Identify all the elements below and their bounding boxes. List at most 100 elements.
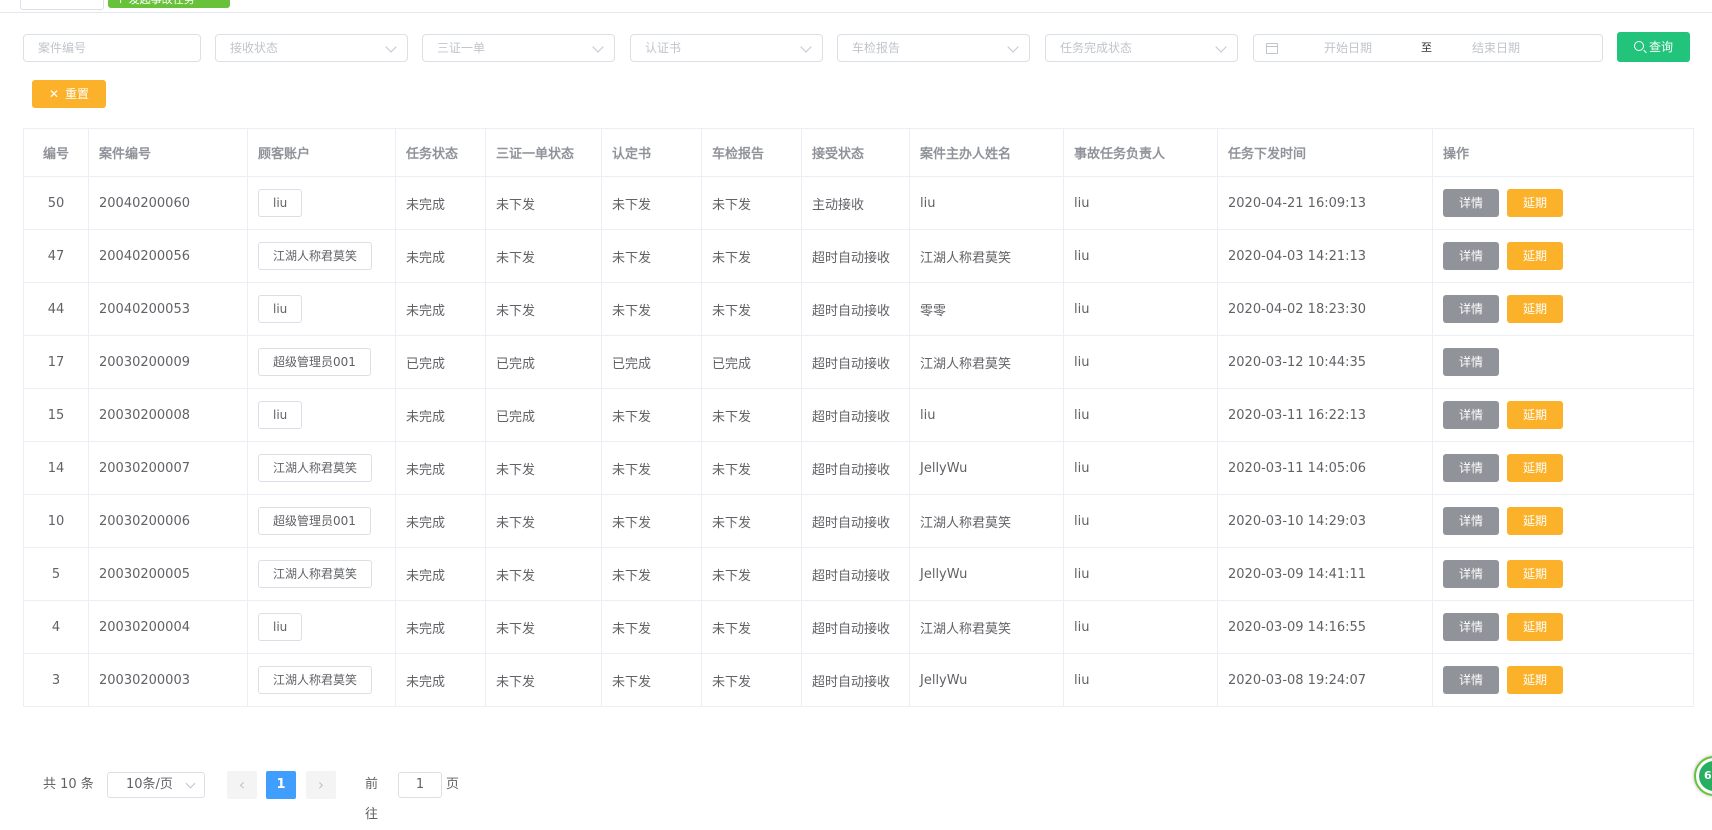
account-tag[interactable]: 超级管理员001 — [258, 507, 371, 535]
cell-id: 47 — [23, 229, 89, 283]
top-select[interactable] — [20, 0, 104, 10]
col-header: 顾客账户 — [247, 128, 396, 177]
account-tag[interactable]: liu — [258, 613, 303, 641]
table-row: 47 20040200056 江湖人称君莫笑 未完成 未下发 未下发 未下发 超时自动接收 江湖… — [23, 229, 1694, 283]
cell-accept: 超时自动接收 — [801, 494, 910, 548]
cell-inspection: 未下发 — [701, 388, 802, 442]
goto-page-input[interactable]: 1 — [398, 772, 442, 798]
account-tag[interactable]: 江湖人称君莫笑 — [258, 666, 373, 694]
date-range-picker[interactable]: 开始日期 至 结束日期 — [1253, 34, 1603, 62]
cell-owner: liu — [1063, 388, 1218, 442]
page-size-select[interactable]: 10条/页 — [107, 772, 205, 798]
account-tag[interactable]: 超级管理员001 — [258, 348, 371, 376]
cell-account: 江湖人称君莫笑 — [247, 547, 396, 601]
cell-id: 5 — [23, 547, 89, 601]
cell-sanzheng: 未下发 — [485, 229, 602, 283]
cell-time: 2020-04-03 14:21:13 — [1217, 229, 1433, 283]
cell-inspection: 未下发 — [701, 600, 802, 654]
cell-id: 44 — [23, 282, 89, 336]
account-tag[interactable]: liu — [258, 189, 303, 217]
detail-button[interactable]: 详情 — [1443, 613, 1499, 641]
detail-button[interactable]: 详情 — [1443, 242, 1499, 270]
create-task-button[interactable]: + 发起事故任务 — [108, 0, 230, 8]
cell-cert: 未下发 — [601, 494, 702, 548]
col-header: 三证一单状态 — [485, 128, 602, 177]
cell-sanzheng: 已完成 — [485, 388, 602, 442]
detail-button[interactable]: 详情 — [1443, 666, 1499, 694]
cell-host: JellyWu — [909, 653, 1064, 707]
cell-accept: 超时自动接收 — [801, 547, 910, 601]
sanzheng-select[interactable]: 三证一单 — [422, 34, 615, 62]
cert-select[interactable]: 认证书 — [630, 34, 823, 62]
receive-status-select[interactable]: 接收状态 — [215, 34, 408, 62]
cell-time: 2020-04-21 16:09:13 — [1217, 176, 1433, 230]
cert-placeholder: 认证书 — [645, 41, 682, 55]
extend-button[interactable]: 延期 — [1507, 560, 1563, 588]
detail-button[interactable]: 详情 — [1443, 560, 1499, 588]
detail-button[interactable]: 详情 — [1443, 507, 1499, 535]
extend-button[interactable]: 延期 — [1507, 295, 1563, 323]
table-row: 17 20030200009 超级管理员001 已完成 已完成 已完成 已完成 超时自动接收江… — [23, 335, 1694, 389]
completion-select[interactable]: 任务完成状态 — [1045, 34, 1238, 62]
next-page-button[interactable]: › — [306, 771, 336, 799]
cell-inspection: 未下发 — [701, 176, 802, 230]
inspection-placeholder: 车检报告 — [852, 41, 901, 55]
start-date-placeholder[interactable]: 开始日期 — [1324, 35, 1372, 61]
account-tag[interactable]: liu — [258, 295, 303, 323]
floating-badge[interactable]: 61 — [1694, 756, 1712, 796]
query-button[interactable]: 查询 — [1617, 32, 1690, 62]
cell-case-no: 20040200053 — [88, 282, 248, 336]
floating-badge-text: 61 — [1699, 761, 1712, 791]
cell-cert: 未下发 — [601, 547, 702, 601]
extend-button[interactable]: 延期 — [1507, 401, 1563, 429]
cell-time: 2020-03-09 14:16:55 — [1217, 600, 1433, 654]
detail-button[interactable]: 详情 — [1443, 401, 1499, 429]
cell-sanzheng: 未下发 — [485, 282, 602, 336]
cell-case-no: 20040200056 — [88, 229, 248, 283]
cell-account: 江湖人称君莫笑 — [247, 229, 396, 283]
end-date-placeholder[interactable]: 结束日期 — [1472, 35, 1520, 61]
cell-inspection: 未下发 — [701, 653, 802, 707]
account-tag[interactable]: 江湖人称君莫笑 — [258, 454, 373, 482]
prev-page-button[interactable]: ‹ — [227, 771, 257, 799]
detail-button[interactable]: 详情 — [1443, 454, 1499, 482]
cell-sanzheng: 已完成 — [485, 335, 602, 389]
cell-actions: 详情 延期 — [1432, 494, 1694, 548]
col-header: 任务状态 — [395, 128, 486, 177]
chevron-down-icon — [385, 41, 397, 53]
cell-host: 零零 — [909, 282, 1064, 336]
receive-status-placeholder: 接收状态 — [230, 41, 279, 55]
table-row: 50 20040200060 liu 未完成 未下发 未下发 未下发 主动接收 liu liu 20… — [23, 176, 1694, 230]
extend-button[interactable]: 延期 — [1507, 242, 1563, 270]
top-toolbar: + 发起事故任务 — [0, 0, 1712, 13]
cell-owner: liu — [1063, 282, 1218, 336]
extend-button[interactable]: 延期 — [1507, 666, 1563, 694]
extend-button[interactable]: 延期 — [1507, 454, 1563, 482]
detail-button[interactable]: 详情 — [1443, 348, 1499, 376]
detail-button[interactable]: 详情 — [1443, 189, 1499, 217]
cell-id: 50 — [23, 176, 89, 230]
cell-task-status: 未完成 — [395, 547, 486, 601]
goto-label: 前往 — [365, 777, 379, 822]
page-number-current[interactable]: 1 — [266, 771, 296, 799]
cell-accept: 主动接收 — [801, 176, 910, 230]
cell-account: liu — [247, 282, 396, 336]
cell-host: liu — [909, 176, 1064, 230]
detail-button[interactable]: 详情 — [1443, 295, 1499, 323]
extend-button[interactable]: 延期 — [1507, 189, 1563, 217]
cell-owner: liu — [1063, 547, 1218, 601]
account-tag[interactable]: 江湖人称君莫笑 — [258, 242, 373, 270]
reset-button[interactable]: ✕ 重置 — [32, 80, 106, 108]
total-count: 共 10 条 — [43, 777, 94, 792]
calendar-icon — [1266, 43, 1278, 54]
cell-case-no: 20030200005 — [88, 547, 248, 601]
sanzheng-placeholder: 三证一单 — [437, 41, 486, 55]
cell-sanzheng: 未下发 — [485, 653, 602, 707]
account-tag[interactable]: liu — [258, 401, 303, 429]
extend-button[interactable]: 延期 — [1507, 613, 1563, 641]
account-tag[interactable]: 江湖人称君莫笑 — [258, 560, 373, 588]
inspection-select[interactable]: 车检报告 — [837, 34, 1030, 62]
extend-button[interactable]: 延期 — [1507, 507, 1563, 535]
cell-account: liu — [247, 388, 396, 442]
case-no-input[interactable]: 案件编号 — [23, 34, 201, 62]
